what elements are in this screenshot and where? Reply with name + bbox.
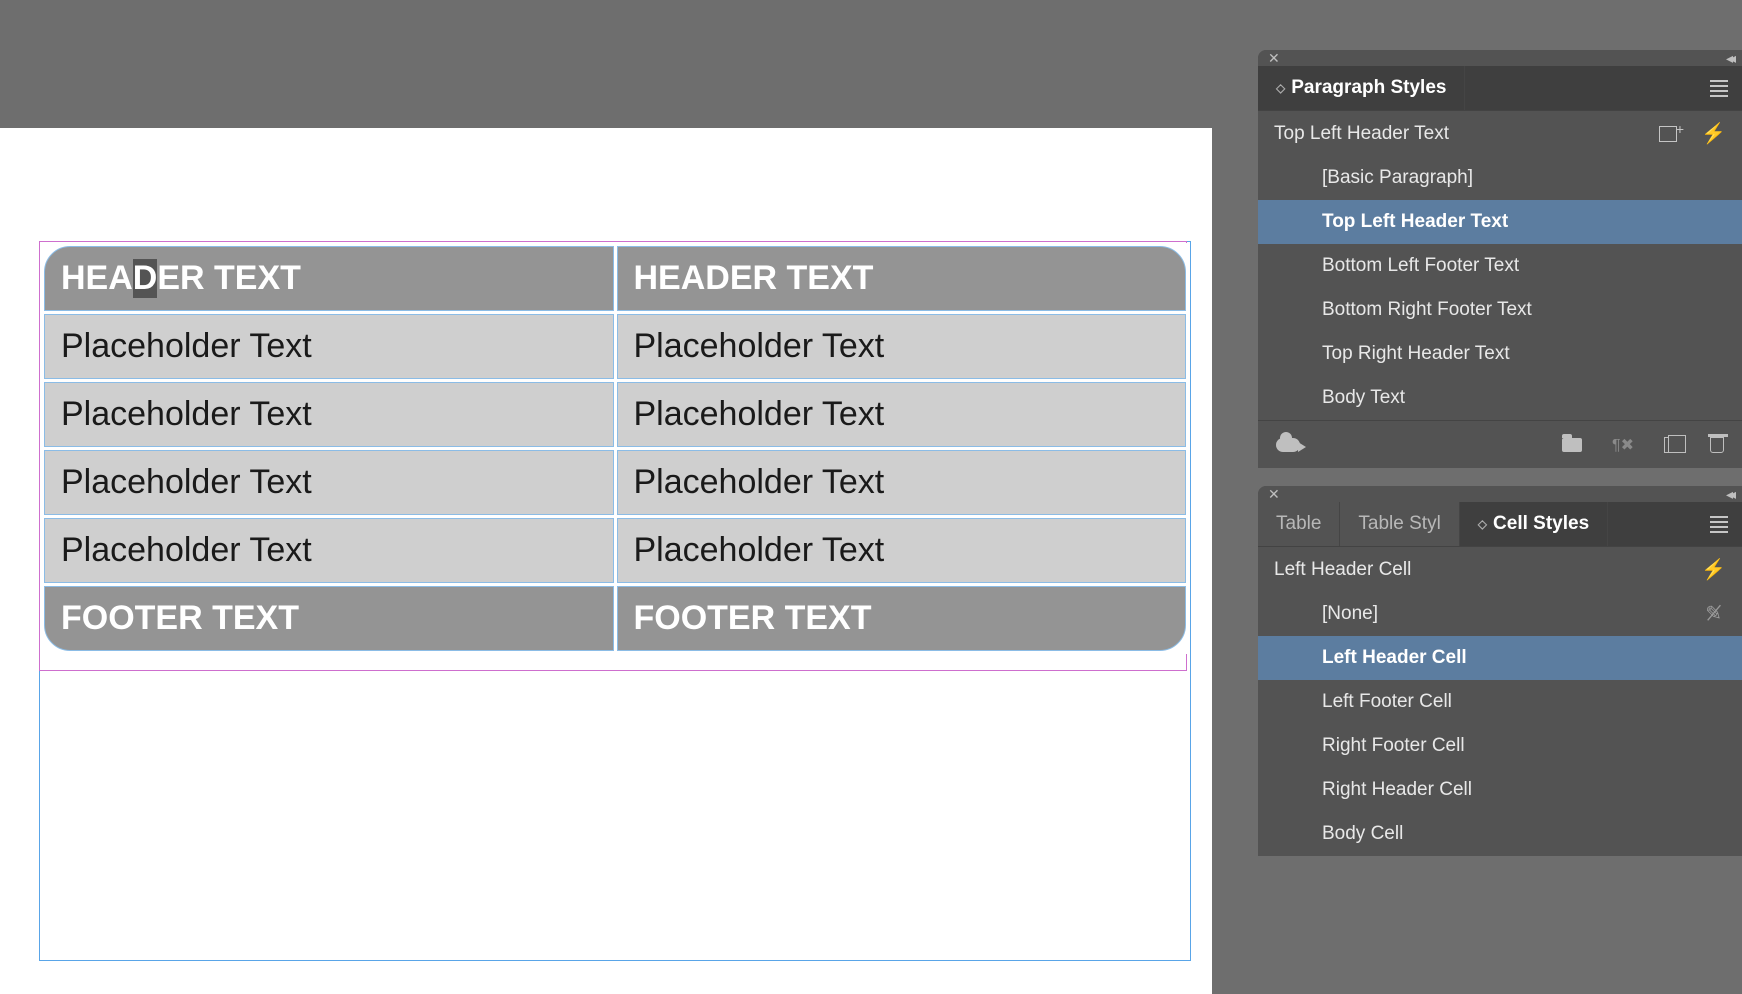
paragraph-style-list: [Basic Paragraph] Top Left Header Text B… <box>1258 156 1742 420</box>
tab-table[interactable]: Table <box>1258 502 1340 546</box>
new-group-icon[interactable] <box>1562 438 1582 452</box>
tab-label: Table <box>1276 513 1321 535</box>
table-footer-left[interactable]: FOOTER TEXT <box>44 586 614 651</box>
style-item-label: Top Right Header Text <box>1322 343 1510 365</box>
quick-apply-icon[interactable]: ⚡ <box>1701 121 1726 146</box>
table-cell[interactable]: Placeholder Text <box>617 518 1187 583</box>
style-item-top-right-header[interactable]: Top Right Header Text <box>1258 332 1742 376</box>
header-text-post: ER TEXT <box>157 259 301 297</box>
style-item-label: Body Text <box>1322 387 1405 409</box>
style-item-left-footer-cell[interactable]: Left Footer Cell <box>1258 680 1742 724</box>
panel-dock: ✕ ◂◂ ◇ Paragraph Styles Top Left Header … <box>1258 50 1742 856</box>
panel-menu-icon[interactable] <box>1710 516 1728 533</box>
tab-paragraph-styles[interactable]: ◇ Paragraph Styles <box>1258 66 1465 110</box>
current-style-label: Top Left Header Text <box>1274 123 1449 145</box>
style-item-top-left-header[interactable]: Top Left Header Text <box>1258 200 1742 244</box>
tab-table-styles[interactable]: Table Styl <box>1340 502 1459 546</box>
style-item-body-text[interactable]: Body Text <box>1258 376 1742 420</box>
style-item-label: Bottom Left Footer Text <box>1322 255 1519 277</box>
clear-overrides-icon[interactable]: ¶✖ <box>1612 435 1634 455</box>
style-item-label: Top Left Header Text <box>1322 211 1508 233</box>
current-style-label: Left Header Cell <box>1274 559 1411 581</box>
style-item-left-header-cell[interactable]: Left Header Cell <box>1258 636 1742 680</box>
panel-titlebar[interactable]: ✕ ◂◂ <box>1258 486 1742 502</box>
paragraph-styles-panel: ✕ ◂◂ ◇ Paragraph Styles Top Left Header … <box>1258 50 1742 468</box>
not-editable-icon: ✎̸ <box>1705 601 1722 626</box>
style-item-label: Right Header Cell <box>1322 779 1472 801</box>
panel-tabs-spacer <box>1465 66 1742 110</box>
style-item-label: Bottom Right Footer Text <box>1322 299 1532 321</box>
table-cell[interactable]: Placeholder Text <box>617 450 1187 515</box>
table-cell[interactable]: Placeholder Text <box>44 314 614 379</box>
close-icon[interactable]: ✕ <box>1268 486 1280 503</box>
style-item-label: Right Footer Cell <box>1322 735 1465 757</box>
new-style-icon[interactable] <box>1659 126 1677 142</box>
table-cell[interactable]: Placeholder Text <box>617 314 1187 379</box>
table-cell[interactable]: Placeholder Text <box>44 450 614 515</box>
style-item-label: [None] <box>1322 603 1378 625</box>
header-text-pre: HEA <box>61 259 133 297</box>
table-cell[interactable]: Placeholder Text <box>44 518 614 583</box>
document-table[interactable]: HEADER TEXT HEADER TEXT Placeholder Text… <box>41 243 1189 654</box>
create-style-icon[interactable] <box>1664 437 1680 453</box>
style-item-none[interactable]: [None] ✎̸ <box>1258 592 1742 636</box>
cell-styles-panel: ✕ ◂◂ Table Table Styl ◇ Cell Styles Left… <box>1258 486 1742 856</box>
panel-menu-icon[interactable] <box>1710 80 1728 97</box>
current-paragraph-style: Top Left Header Text ⚡ <box>1258 110 1742 156</box>
cell-style-list: [None] ✎̸ Left Header Cell Left Footer C… <box>1258 592 1742 856</box>
panel-tabs: Table Table Styl ◇ Cell Styles <box>1258 502 1742 546</box>
document-canvas[interactable]: HEADER TEXT HEADER TEXT Placeholder Text… <box>0 128 1212 994</box>
quick-apply-icon[interactable]: ⚡ <box>1701 557 1726 582</box>
table-cell[interactable]: Placeholder Text <box>44 382 614 447</box>
close-icon[interactable]: ✕ <box>1268 50 1280 67</box>
sort-icon: ◇ <box>1478 517 1487 531</box>
style-item-bottom-left-footer[interactable]: Bottom Left Footer Text <box>1258 244 1742 288</box>
style-item-label: [Basic Paragraph] <box>1322 167 1473 189</box>
style-item-basic-paragraph[interactable]: [Basic Paragraph] <box>1258 156 1742 200</box>
style-item-body-cell[interactable]: Body Cell <box>1258 812 1742 856</box>
style-item-label: Body Cell <box>1322 823 1403 845</box>
collapse-icon[interactable]: ◂◂ <box>1726 486 1732 503</box>
delete-style-icon[interactable] <box>1710 437 1724 453</box>
panel-titlebar[interactable]: ✕ ◂◂ <box>1258 50 1742 66</box>
tab-label: Paragraph Styles <box>1291 77 1446 99</box>
style-item-label: Left Header Cell <box>1322 647 1467 669</box>
tab-label: Cell Styles <box>1493 513 1589 535</box>
sort-icon: ◇ <box>1276 81 1285 95</box>
table-footer-right[interactable]: FOOTER TEXT <box>617 586 1187 651</box>
tab-cell-styles[interactable]: ◇ Cell Styles <box>1460 502 1608 546</box>
style-item-right-header-cell[interactable]: Right Header Cell <box>1258 768 1742 812</box>
current-cell-style: Left Header Cell ⚡ <box>1258 546 1742 592</box>
style-item-label: Left Footer Cell <box>1322 691 1452 713</box>
table-header-left[interactable]: HEADER TEXT <box>44 246 614 311</box>
tab-label: Table Styl <box>1358 513 1440 535</box>
cc-libraries-icon[interactable] <box>1276 438 1300 452</box>
text-cursor: D <box>133 259 158 298</box>
style-item-right-footer-cell[interactable]: Right Footer Cell <box>1258 724 1742 768</box>
table-header-right[interactable]: HEADER TEXT <box>617 246 1187 311</box>
table-cell[interactable]: Placeholder Text <box>617 382 1187 447</box>
panel-tabs: ◇ Paragraph Styles <box>1258 66 1742 110</box>
panel-tabs-spacer <box>1608 502 1742 546</box>
style-item-bottom-right-footer[interactable]: Bottom Right Footer Text <box>1258 288 1742 332</box>
collapse-icon[interactable]: ◂◂ <box>1726 50 1732 67</box>
panel-footer: ¶✖ <box>1258 420 1742 468</box>
